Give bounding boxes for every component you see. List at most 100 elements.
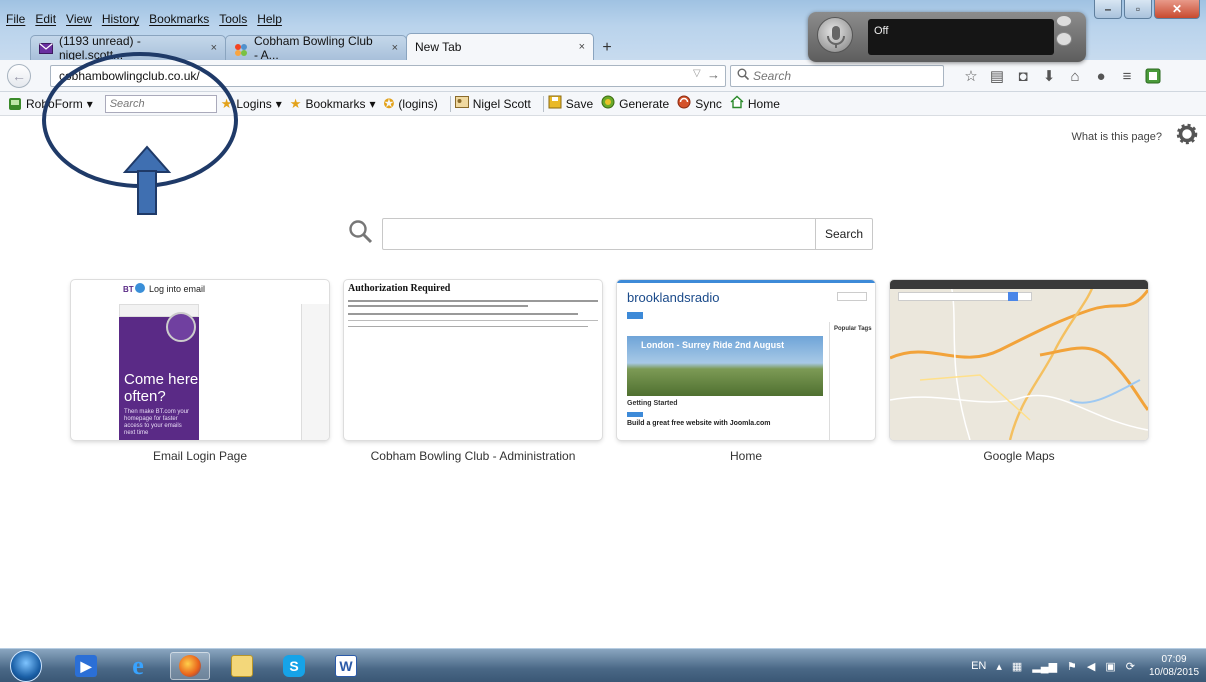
save-icon — [548, 95, 562, 112]
newtab-search-button[interactable]: Search — [815, 218, 873, 250]
tile-cobham-admin[interactable]: Authorization Required — [344, 280, 602, 440]
go-arrow-icon[interactable]: → — [707, 67, 720, 82]
internet-explorer-icon: e — [132, 651, 144, 680]
roboform-search-input[interactable] — [104, 94, 217, 113]
speech-minimize-icon[interactable] — [1056, 32, 1072, 46]
newtab-search-input[interactable] — [382, 218, 816, 250]
home-bookmark-button[interactable]: Home — [730, 95, 780, 112]
home-icon[interactable]: ⌂ — [1062, 65, 1088, 87]
reading-list-icon[interactable]: ▤ — [984, 65, 1010, 87]
logins-label: Logins — [236, 96, 272, 111]
menu-file[interactable]: File — [6, 12, 25, 28]
action-center-flag-icon[interactable]: ⚑ — [1067, 660, 1077, 673]
generate-button[interactable]: Generate — [601, 95, 669, 112]
tag-chip — [627, 412, 643, 417]
taskbar-media-player[interactable]: ▶ — [66, 652, 106, 680]
taskbar-skype[interactable]: S — [274, 652, 314, 680]
toolbar-separator — [449, 95, 451, 112]
taskbar-explorer[interactable] — [222, 652, 262, 680]
taskbar-word[interactable]: W — [326, 652, 366, 680]
identity-card-icon — [454, 96, 469, 111]
chat-icon[interactable]: ● — [1088, 65, 1114, 87]
star-icon[interactable]: ☆ — [958, 65, 984, 87]
what-is-this-link[interactable]: What is this page? — [1072, 131, 1163, 143]
maximize-button[interactable]: ▫ — [1124, 0, 1152, 19]
tile-home[interactable]: brooklandsradio London - Surrey Ride 2nd… — [617, 280, 875, 440]
roboform-label: RoboForm — [26, 96, 83, 111]
menu-help[interactable]: Help — [257, 12, 282, 28]
back-arrow-icon: ← — [12, 68, 26, 84]
site-search-box — [837, 292, 867, 301]
pocket-icon[interactable]: ◘ — [1010, 65, 1036, 87]
tile-thumbnail-header: BT Log into email — [71, 280, 329, 300]
bookmarks-toolbar: RoboForm ▾ ★ Logins ▾ ★ Bookmarks ▾ ✪ (l… — [0, 92, 1206, 116]
tab-label: (1193 unread) - nigel.scott... — [59, 34, 141, 62]
minimize-button[interactable]: – — [1094, 0, 1122, 19]
sync-button[interactable]: Sync — [677, 95, 722, 112]
signal-icon[interactable]: ▂▄▆ — [1032, 660, 1057, 673]
sync-label: Sync — [695, 96, 722, 111]
bookmarks-menu[interactable]: ★ Bookmarks ▾ — [290, 96, 376, 112]
download-icon[interactable]: ⬇ — [1036, 65, 1062, 87]
bookmarks-star-icon: ★ — [289, 95, 302, 111]
address-bar[interactable]: ▽ → — [50, 65, 726, 87]
menu-edit[interactable]: Edit — [35, 12, 56, 28]
close-window-button[interactable]: ✕ — [1154, 0, 1200, 19]
tab-email[interactable]: (1193 unread) - nigel.scott... × — [30, 34, 226, 62]
navigation-toolbar: ← ▽ → ☆ ▤ ◘ ⬇ ⌂ ● ≡ — [0, 60, 1206, 92]
logins-folder[interactable]: ✪ (logins) — [384, 96, 438, 112]
url-input[interactable] — [59, 66, 659, 86]
window-controls: – ▫ ✕ — [1094, 0, 1200, 19]
identity-button[interactable]: Nigel Scott — [454, 96, 531, 111]
language-indicator[interactable]: EN — [971, 660, 986, 672]
microphone-icon[interactable] — [817, 17, 853, 53]
toolbar-icons: ☆ ▤ ◘ ⬇ ⌂ ● ≡ — [958, 65, 1166, 87]
back-button[interactable]: ← — [7, 64, 31, 88]
start-button[interactable] — [10, 650, 42, 682]
clock-time: 07:09 — [1161, 654, 1187, 665]
speech-close-icon[interactable] — [1056, 15, 1072, 27]
folder-star-icon: ✪ — [383, 95, 395, 111]
roboform-addon-icon[interactable] — [1140, 65, 1166, 87]
search-bar[interactable] — [730, 65, 944, 87]
menu-history[interactable]: History — [102, 12, 139, 28]
globe-icon — [135, 283, 145, 293]
sidebar-form — [301, 304, 329, 440]
new-tab-button[interactable]: + — [595, 36, 619, 60]
tab-close-icon[interactable]: × — [211, 42, 217, 54]
search-input[interactable] — [753, 66, 933, 86]
taskbar-ie[interactable]: e — [118, 651, 158, 680]
roboform-menu[interactable]: RoboForm ▾ — [8, 97, 93, 111]
clock[interactable]: 07:09 10/08/2015 — [1146, 653, 1202, 679]
logins-folder-label: (logins) — [398, 96, 438, 111]
menu-bookmarks[interactable]: Bookmarks — [149, 12, 209, 28]
tile-label: Email Login Page — [152, 449, 248, 463]
show-hidden-icons-icon[interactable]: ▴ — [996, 660, 1002, 673]
gear-icon[interactable] — [1176, 123, 1198, 145]
cookie-bar — [890, 280, 1148, 289]
menu-bar: File Edit View History Bookmarks Tools H… — [6, 12, 282, 28]
speech-status: Off — [874, 25, 889, 37]
network-grid-icon[interactable]: ▦ — [1012, 660, 1022, 673]
site-nav-home — [627, 312, 643, 319]
tab-new-tab[interactable]: New Tab × — [406, 33, 594, 60]
tab-cobham[interactable]: Cobham Bowling Club - A... × — [225, 34, 407, 62]
menu-view[interactable]: View — [66, 12, 92, 28]
tab-close-icon[interactable]: × — [579, 41, 585, 53]
menu-icon[interactable]: ≡ — [1114, 65, 1140, 87]
device-icon[interactable]: ▣ — [1105, 660, 1115, 673]
tile-thumb-title: brooklandsradio — [627, 290, 720, 305]
dropdown-arrow-icon[interactable]: ▽ — [693, 68, 701, 79]
mail-icon — [39, 42, 53, 54]
menu-tools[interactable]: Tools — [219, 12, 247, 28]
tile-email-login[interactable]: BT Log into email Come here often? Then … — [71, 280, 329, 440]
tile-google-maps[interactable] — [890, 280, 1148, 440]
toolbar-separator — [542, 95, 544, 112]
tab-close-icon[interactable]: × — [392, 42, 398, 54]
taskbar-firefox[interactable] — [170, 652, 210, 680]
tab-label: New Tab — [415, 40, 462, 54]
sync-tray-icon[interactable]: ⟳ — [1126, 660, 1135, 673]
logins-menu[interactable]: ★ Logins ▾ — [221, 96, 282, 112]
save-button[interactable]: Save — [548, 95, 593, 112]
volume-muted-icon[interactable]: ◀ — [1087, 660, 1095, 673]
